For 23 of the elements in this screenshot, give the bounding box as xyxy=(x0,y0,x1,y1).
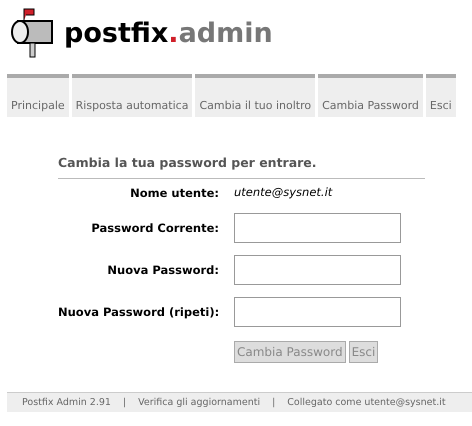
update-link[interactable]: Verifica gli aggiornamenti xyxy=(138,397,260,408)
field-label: Password Corrente: xyxy=(90,221,219,235)
username-value: utente@sysnet.it xyxy=(234,185,334,201)
separator-text: | xyxy=(122,397,126,408)
cancel-button[interactable]: Esci xyxy=(348,341,378,363)
password-field[interactable] xyxy=(234,297,401,327)
logged-in-text: Collegato come utente@sysnet.it xyxy=(287,397,446,408)
logo-text: postfix.admin xyxy=(64,18,273,48)
field-label: Nome utente: xyxy=(129,186,219,200)
nav-tab[interactable]: Principale xyxy=(7,74,69,117)
submit-button[interactable]: Cambia Password xyxy=(234,341,346,363)
field-label: Nuova Password: xyxy=(106,263,219,277)
nav-tab[interactable]: Cambia Password xyxy=(318,74,423,117)
field-label: Nuova Password (ripeti): xyxy=(58,305,219,319)
nav-tab[interactable]: Risposta automatica xyxy=(72,74,192,117)
password-field[interactable] xyxy=(234,213,401,243)
separator-text: | xyxy=(272,397,276,408)
mailbox-icon xyxy=(8,7,56,59)
password-field[interactable] xyxy=(234,255,401,285)
nav-tab[interactable]: Cambia il tuo inoltro xyxy=(195,74,316,117)
form-title: Cambia la tua password per entrare. xyxy=(58,155,425,179)
version-text: Postfix Admin 2.91 xyxy=(22,397,111,408)
nav-tab[interactable]: Esci xyxy=(426,74,456,117)
